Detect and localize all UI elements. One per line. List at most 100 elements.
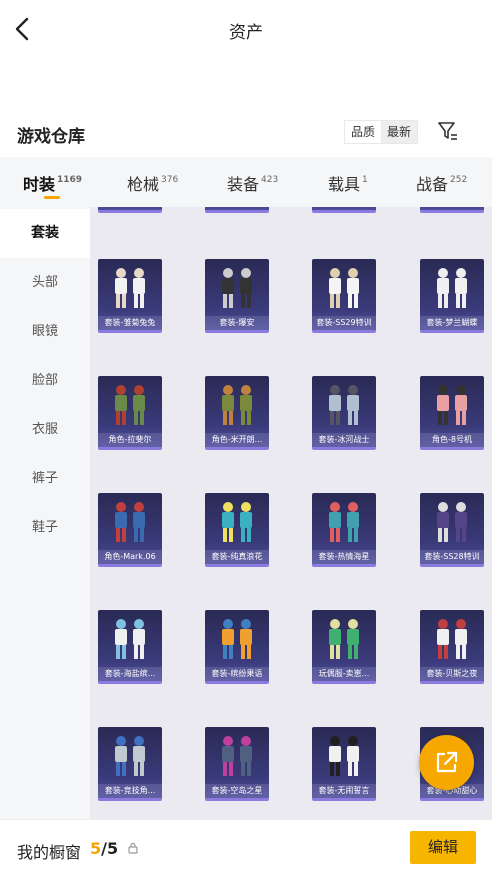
sidebar-item-face[interactable]: 脸部 xyxy=(0,356,90,405)
sidebar-item-clothes[interactable]: 衣服 xyxy=(0,405,90,454)
item-card[interactable]: 套装-空岛之星 xyxy=(205,727,269,801)
item-card[interactable]: 套装-海盐缤... xyxy=(98,610,162,684)
item-card[interactable]: 套装-雏菊兔兔 xyxy=(98,259,162,333)
sidebar-item-glasses[interactable]: 眼镜 xyxy=(0,307,90,356)
tab-label: 战备 xyxy=(416,175,449,194)
lock-icon xyxy=(128,842,138,854)
tab-label: 装备 xyxy=(227,175,260,194)
showcase-label: 我的橱窗 xyxy=(17,843,82,862)
sort-newest-button[interactable]: 最新 xyxy=(381,121,418,143)
outfit-thumbnail-icon xyxy=(329,736,359,776)
item-card[interactable]: 套装-SS29特训 xyxy=(312,259,376,333)
item-label: 套装-空岛之星 xyxy=(205,784,269,798)
warehouse-title: 游戏仓库 xyxy=(17,127,85,147)
category-tabs: 时装 1169 枪械 376 装备 423 载具 1 战备 252 xyxy=(0,157,492,207)
share-button[interactable] xyxy=(419,735,474,790)
sidebar-item-shoes[interactable]: 鞋子 xyxy=(0,503,90,552)
item-card[interactable]: 套装-缤纷果语 xyxy=(205,610,269,684)
item-label: 套装-SS29特训 xyxy=(312,316,376,330)
showcase-total: /5 xyxy=(101,839,119,858)
external-link-icon xyxy=(436,751,458,773)
item-label: 角色-米开朗... xyxy=(205,433,269,447)
outfit-thumbnail-icon xyxy=(115,502,145,542)
outfit-thumbnail-icon xyxy=(222,619,252,659)
item-card[interactable]: 套装-冰河战士 xyxy=(312,376,376,450)
tab-fashion[interactable]: 时装 1169 xyxy=(23,171,82,195)
tab-count: 252 xyxy=(450,174,468,185)
outfit-thumbnail-icon xyxy=(329,502,359,542)
item-label: 套装-海盐缤... xyxy=(98,667,162,681)
item-label: 套装-梦兰蝴蝶 xyxy=(420,316,484,330)
outfit-thumbnail-icon xyxy=(115,385,145,425)
sidebar-item-pants[interactable]: 裤子 xyxy=(0,454,90,503)
item-card[interactable]: 套装-爆安 xyxy=(205,259,269,333)
item-card[interactable]: 玩偶服-卖崽... xyxy=(312,610,376,684)
outfit-thumbnail-icon xyxy=(329,385,359,425)
item-card[interactable]: 套装-梦兰蝴蝶 xyxy=(420,259,484,333)
tab-supplies[interactable]: 战备 252 xyxy=(416,171,467,195)
item-label: 套装-贝斯之夜 xyxy=(420,667,484,681)
outfit-thumbnail-icon xyxy=(329,619,359,659)
outfit-thumbnail-icon xyxy=(222,385,252,425)
outfit-thumbnail-icon xyxy=(115,736,145,776)
item-card-partial[interactable] xyxy=(98,207,162,213)
outfit-thumbnail-icon xyxy=(115,619,145,659)
outfit-thumbnail-icon xyxy=(222,268,252,308)
tab-label: 枪械 xyxy=(127,175,160,194)
outfit-thumbnail-icon xyxy=(222,736,252,776)
outfit-thumbnail-icon xyxy=(437,385,467,425)
item-label: 角色-拉斐尔 xyxy=(98,433,162,447)
item-label: 套装-无闹誓言 xyxy=(312,784,376,798)
item-label: 套装-冰河战士 xyxy=(312,433,376,447)
item-card[interactable]: 套装-无闹誓言 xyxy=(312,727,376,801)
filter-icon[interactable] xyxy=(437,120,459,142)
showcase-count: 5/5 xyxy=(90,839,118,858)
tab-label: 载具 xyxy=(328,175,361,194)
item-card[interactable]: 角色-8号机 xyxy=(420,376,484,450)
sidebar-item-head[interactable]: 头部 xyxy=(0,258,90,307)
item-card[interactable]: 角色-米开朗... xyxy=(205,376,269,450)
item-card-partial[interactable] xyxy=(420,207,484,213)
active-tab-indicator xyxy=(44,196,60,199)
tab-count: 376 xyxy=(161,174,179,185)
showcase-current: 5 xyxy=(90,839,102,858)
tab-equipment[interactable]: 装备 423 xyxy=(227,171,278,195)
tab-count: 423 xyxy=(261,174,279,185)
item-label: 套装-雏菊兔兔 xyxy=(98,316,162,330)
subcategory-sidebar: 套装 头部 眼镜 脸部 衣服 裤子 鞋子 xyxy=(0,207,90,819)
item-label: 套装-竞技角... xyxy=(98,784,162,798)
item-card[interactable]: 套装-SS28特训 xyxy=(420,493,484,567)
outfit-thumbnail-icon xyxy=(329,268,359,308)
item-label: 套装-纯真浪花 xyxy=(205,550,269,564)
item-card-partial[interactable] xyxy=(205,207,269,213)
assets-page: 资产 游戏仓库 品质 最新 时装 1169 枪械 376 装备 423 载具 1 战备 2… xyxy=(0,0,492,876)
item-card[interactable]: 套装-纯真浪花 xyxy=(205,493,269,567)
outfit-thumbnail-icon xyxy=(437,268,467,308)
sort-toggle: 品质 最新 xyxy=(344,120,419,144)
item-card[interactable]: 套装-贝斯之夜 xyxy=(420,610,484,684)
item-label: 玩偶服-卖崽... xyxy=(312,667,376,681)
item-label: 角色-Mark.06 xyxy=(98,550,162,564)
item-label: 角色-8号机 xyxy=(420,433,484,447)
sidebar-item-suits[interactable]: 套装 xyxy=(0,209,90,258)
outfit-thumbnail-icon xyxy=(115,268,145,308)
tab-count: 1 xyxy=(362,174,368,185)
outfit-thumbnail-icon xyxy=(222,502,252,542)
edit-button[interactable]: 编辑 xyxy=(410,831,476,864)
item-card[interactable]: 套装-竞技角... xyxy=(98,727,162,801)
item-grid: 套装-雏菊兔兔 套装-爆安 套装-SS29特训 套装-梦兰蝴蝶角色-拉斐尔 角色-米开朗… xyxy=(90,207,492,819)
tab-label: 时装 xyxy=(23,175,56,194)
item-label: 套装-缤纷果语 xyxy=(205,667,269,681)
item-card[interactable]: 角色-拉斐尔 xyxy=(98,376,162,450)
item-card-partial[interactable] xyxy=(312,207,376,213)
item-card[interactable]: 套装-热情海星 xyxy=(312,493,376,567)
top-bar: 资产 xyxy=(0,0,492,58)
tab-guns[interactable]: 枪械 376 xyxy=(127,171,178,195)
tab-count: 1169 xyxy=(57,174,83,185)
item-label: 套装-热情海星 xyxy=(312,550,376,564)
item-label: 套装-爆安 xyxy=(205,316,269,330)
sort-quality-button[interactable]: 品质 xyxy=(345,121,382,143)
item-card[interactable]: 角色-Mark.06 xyxy=(98,493,162,567)
tab-vehicles[interactable]: 载具 1 xyxy=(328,171,368,195)
outfit-thumbnail-icon xyxy=(437,619,467,659)
